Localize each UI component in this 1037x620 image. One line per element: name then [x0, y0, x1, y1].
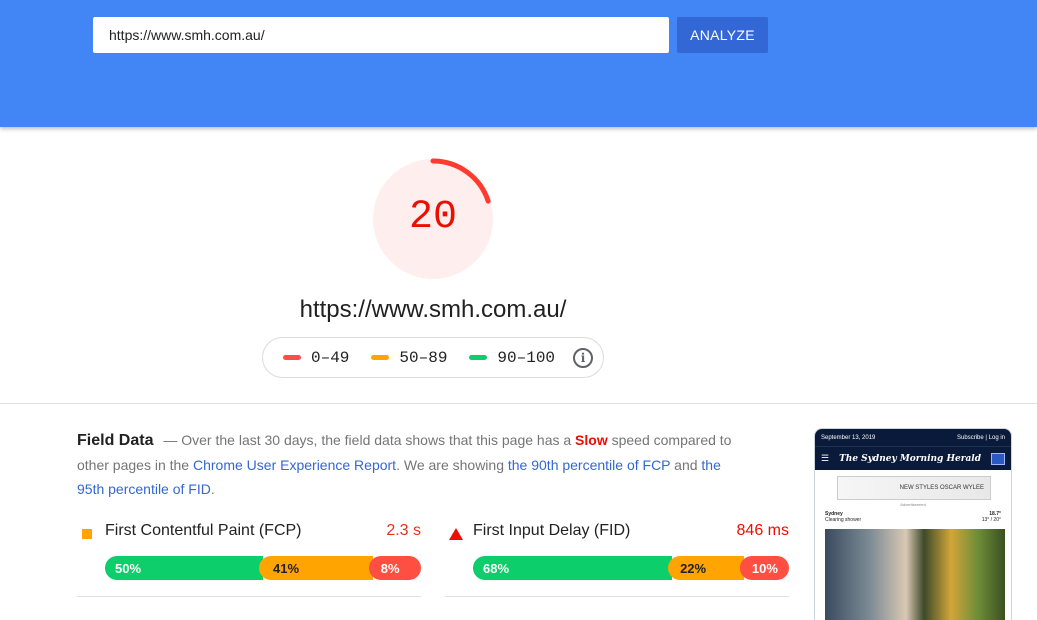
info-icon[interactable]: i	[573, 347, 594, 368]
metric-name: First Contentful Paint (FCP)	[105, 522, 302, 539]
fcp-percentile-link[interactable]: the 90th percentile of FCP	[508, 457, 670, 473]
summary-text: and	[674, 457, 698, 473]
field-data-summary: Field Data — Over the last 30 days, the …	[77, 428, 737, 501]
summary-text: Over the last 30 days, the field data sh…	[181, 432, 572, 448]
metric-fcp: First Contentful Paint (FCP) 2.3 s 50% 4…	[77, 508, 421, 597]
thumbnail-subscribe: Subscribe	[957, 434, 984, 441]
summary-text: . We are showing	[396, 457, 504, 473]
thumbnail-account: Subscribe | Log in	[957, 434, 1005, 441]
slow-segment: 8%	[368, 556, 421, 580]
thumbnail-forecast: Clearing shower	[825, 517, 862, 523]
menu-icon: ☰	[821, 453, 830, 463]
thumbnail-ad: NEW STYLES OSCAR WYLEE	[837, 476, 991, 500]
url-input[interactable]	[93, 17, 669, 53]
average-segment: 22%	[668, 556, 744, 580]
thumbnail-range: 13° / 20°	[981, 517, 1001, 523]
average-segment: 41%	[259, 556, 373, 580]
legend-swatch-green	[469, 355, 488, 360]
slow-segment: 10%	[739, 556, 789, 580]
thumbnail-masthead: The Sydney Morning Herald	[839, 453, 981, 464]
dash: —	[163, 432, 178, 448]
legend-label: 50–89	[399, 348, 448, 367]
thumbnail-login: Log in	[988, 434, 1005, 441]
thumbnail-photo	[825, 529, 1005, 620]
legend-swatch-red	[283, 355, 301, 360]
speed-label: Slow	[575, 432, 608, 448]
analyzed-url: https://www.smh.com.au/	[299, 296, 567, 323]
thumbnail-date: September 13, 2019	[821, 434, 876, 441]
score-legend: 0–49 50–89 90–100 i	[262, 337, 604, 378]
crux-link[interactable]: Chrome User Experience Report	[193, 457, 396, 473]
legend-label: 90–100	[497, 348, 556, 367]
average-square-icon	[82, 529, 92, 539]
thumbnail-topbar: September 13, 2019 Subscribe | Log in	[815, 429, 1011, 446]
distribution-bar: 50% 41% 8%	[105, 556, 421, 580]
slow-triangle-icon	[449, 528, 463, 540]
metric-value: 846 ms	[736, 522, 789, 539]
thumbnail-square-icon	[991, 452, 1005, 465]
legend-label: 0–49	[311, 348, 350, 367]
legend-swatch-orange	[371, 355, 390, 360]
top-bar: ANALYZE	[0, 0, 1037, 127]
thumbnail-nav: ☰ The Sydney Morning Herald	[815, 446, 1011, 470]
performance-score: 20	[408, 195, 457, 240]
page-screenshot-thumbnail: September 13, 2019 Subscribe | Log in ☰ …	[814, 428, 1012, 620]
legend-item-pass: 90–100	[469, 349, 555, 367]
legend-item-average: 50–89	[371, 349, 447, 367]
fast-segment: 68%	[473, 556, 673, 580]
fast-segment: 50%	[105, 556, 263, 580]
thumbnail-weather: Sydney Clearing shower 18.7° 13° / 20°	[815, 507, 1011, 523]
metric-name: First Input Delay (FID)	[473, 522, 631, 539]
metric-value: 2.3 s	[386, 522, 421, 539]
summary-text: .	[210, 481, 215, 497]
section-divider	[0, 403, 1037, 404]
metric-fid: First Input Delay (FID) 846 ms 68% 22% 1…	[445, 508, 789, 597]
legend-item-fail: 0–49	[283, 349, 349, 367]
analyze-button[interactable]: ANALYZE	[677, 17, 768, 53]
distribution-bar: 68% 22% 10%	[473, 556, 789, 580]
field-data-title: Field Data	[77, 432, 154, 449]
